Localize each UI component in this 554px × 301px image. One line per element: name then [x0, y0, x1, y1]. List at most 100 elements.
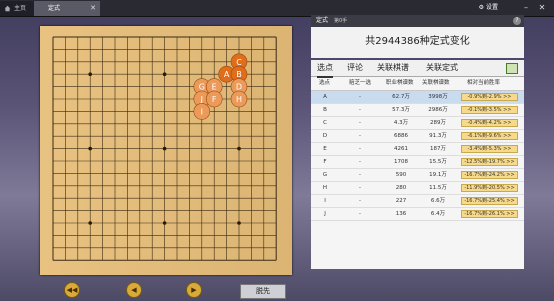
- winrate-button[interactable]: -11.9%到-20.5% >>: [461, 184, 518, 192]
- table-row[interactable]: H - 280 11.5万 -11.9%到-20.5% >>: [311, 182, 524, 195]
- winrate-button[interactable]: -0.4%到-4.2% >>: [461, 119, 518, 127]
- table-row[interactable]: B - 57.3万 2986万 -0.1%到-3.5% >>: [311, 104, 524, 117]
- cell-point: G: [322, 172, 328, 178]
- cell-pro-games: 4.3万: [393, 120, 409, 126]
- tab-home[interactable]: 主页: [0, 1, 34, 16]
- cell-pro-games: 590: [395, 172, 407, 178]
- candidate-label: D: [236, 83, 242, 92]
- cell-pro-games: 6886: [394, 133, 408, 139]
- tab-related-games[interactable]: 关联棋谱: [377, 60, 409, 76]
- star-point: [162, 72, 167, 76]
- cell-ai: -: [359, 172, 361, 178]
- candidate-label: I: [201, 107, 203, 116]
- candidate-label: H: [236, 95, 242, 104]
- col-point: 选点: [319, 80, 331, 86]
- cell-ai: -: [359, 211, 361, 217]
- joseki-summary-panel: 定式 第0手 ? 共2944386种定式变化: [311, 15, 524, 58]
- cell-point: I: [324, 198, 326, 204]
- total-variations: 共2944386种定式变化: [365, 36, 470, 47]
- table-header: 选点 赔芝一选 职业棋谱数 关联棋谱数 相对当前胜率: [311, 77, 524, 91]
- pass-button[interactable]: 脱先: [240, 284, 286, 299]
- star-point: [88, 221, 92, 225]
- cell-related-games: 6.6万: [430, 198, 446, 204]
- prev-move-button[interactable]: ◀: [126, 282, 142, 298]
- cell-pro-games: 280: [395, 185, 407, 191]
- table-row[interactable]: F - 1708 15.5万 -12.5%到-19.7% >>: [311, 156, 524, 169]
- table-row[interactable]: C - 4.3万 289万 -0.4%到-4.2% >>: [311, 117, 524, 130]
- cell-pro-games: 62.7万: [392, 94, 410, 100]
- cell-related-games: 6.4万: [430, 211, 446, 217]
- window-close-button[interactable]: ✕: [536, 1, 548, 15]
- winrate-button[interactable]: -0.9%到-2.9% >>: [461, 93, 518, 101]
- winrate-button[interactable]: -16.7%到-24.2% >>: [461, 171, 518, 179]
- winrate-button[interactable]: -16.7%到-26.1% >>: [461, 210, 518, 218]
- star-point: [162, 146, 167, 151]
- candidate-label: B: [236, 70, 242, 79]
- cell-pro-games: 136: [395, 211, 407, 217]
- panel-header: 定式 第0手 ?: [311, 15, 524, 27]
- winrate-button[interactable]: -6.1%到-9.6% >>: [461, 132, 518, 140]
- col-pro-games: 职业棋谱数: [386, 80, 414, 86]
- cell-point: H: [322, 185, 328, 191]
- winrate-button[interactable]: -3.4%到-5.3% >>: [461, 145, 518, 153]
- app-window: 主页 定式 ✕ ⚙ 设置 – ✕ CABGEDJFHI 定式 第0手 ? 共29…: [0, 0, 554, 301]
- settings-button[interactable]: ⚙ 设置: [479, 2, 498, 14]
- cell-related-games: 11.5万: [429, 185, 447, 191]
- tab-joseki[interactable]: 定式 ✕: [34, 1, 100, 16]
- tab-candidates[interactable]: 选点: [317, 60, 333, 78]
- star-point: [237, 146, 241, 151]
- tab-comments[interactable]: 评论: [347, 60, 363, 76]
- col-winrate: 相对当前胜率: [467, 80, 501, 86]
- navigation-bar: ◀◀ ◀ ▶ 脱先: [40, 281, 292, 301]
- table-row[interactable]: G - 590 19.1万 -16.7%到-24.2% >>: [311, 169, 524, 182]
- col-related-games: 关联棋谱数: [422, 80, 450, 86]
- table-row[interactable]: J - 136 6.4万 -16.7%到-26.1% >>: [311, 208, 524, 221]
- table-row[interactable]: I - 227 6.6万 -16.7%到-25.4% >>: [311, 195, 524, 208]
- cell-ai: -: [359, 146, 361, 152]
- candidate-label: C: [236, 58, 242, 67]
- grid-view-icon[interactable]: [506, 63, 518, 74]
- table-row[interactable]: D - 6886 91.3万 -6.1%到-9.6% >>: [311, 130, 524, 143]
- tab-related-joseki[interactable]: 关联定式: [426, 60, 458, 76]
- settings-label: 设置: [485, 4, 498, 11]
- table-row[interactable]: E - 4261 187万 -3.4%到-5.3% >>: [311, 143, 524, 156]
- candidate-label: J: [200, 95, 203, 104]
- cell-pro-games: 227: [395, 198, 407, 204]
- cell-ai: -: [359, 185, 361, 191]
- cell-ai: -: [359, 133, 361, 139]
- table-row[interactable]: A - 62.7万 3998万 -0.9%到-2.9% >>: [311, 91, 524, 104]
- candidate-label: A: [224, 70, 230, 79]
- go-board[interactable]: CAB GE D JF H I: [40, 26, 292, 275]
- cell-ai: -: [359, 94, 361, 100]
- winrate-button[interactable]: -16.7%到-25.4% >>: [461, 197, 518, 205]
- candidate-label: F: [212, 95, 217, 104]
- cell-related-games: 91.3万: [429, 133, 447, 139]
- star-point: [162, 221, 167, 225]
- close-icon[interactable]: ✕: [90, 1, 96, 16]
- move-number: 第0手: [333, 18, 348, 24]
- cell-related-games: 289万: [430, 120, 446, 126]
- cell-related-games: 15.5万: [429, 159, 447, 165]
- minimize-button[interactable]: –: [520, 1, 532, 15]
- board-grid[interactable]: CA B G E D J F H I: [40, 26, 292, 275]
- cell-related-games: 19.1万: [429, 172, 447, 178]
- star-point: [237, 221, 241, 225]
- winrate-button[interactable]: -12.5%到-19.7% >>: [461, 158, 518, 166]
- cell-ai: -: [359, 198, 361, 204]
- star-point: [88, 72, 92, 76]
- first-move-button[interactable]: ◀◀: [64, 282, 80, 298]
- cell-pro-games: 4261: [394, 146, 408, 152]
- cell-related-games: 3998万: [428, 94, 448, 100]
- cell-related-games: 187万: [430, 146, 446, 152]
- cell-pro-games: 57.3万: [392, 107, 410, 113]
- panel-tabs: 选点 评论 关联棋谱 关联定式: [311, 60, 524, 78]
- cell-point: A: [323, 94, 327, 100]
- cell-point: J: [324, 211, 326, 217]
- help-icon[interactable]: ?: [513, 17, 521, 25]
- gear-icon: ⚙: [478, 4, 485, 11]
- winrate-button[interactable]: -0.1%到-3.5% >>: [461, 106, 518, 114]
- next-move-button[interactable]: ▶: [186, 282, 202, 298]
- col-ai: 赔芝一选: [349, 80, 372, 86]
- cell-point: C: [323, 120, 327, 126]
- candidate-label: G: [199, 83, 205, 92]
